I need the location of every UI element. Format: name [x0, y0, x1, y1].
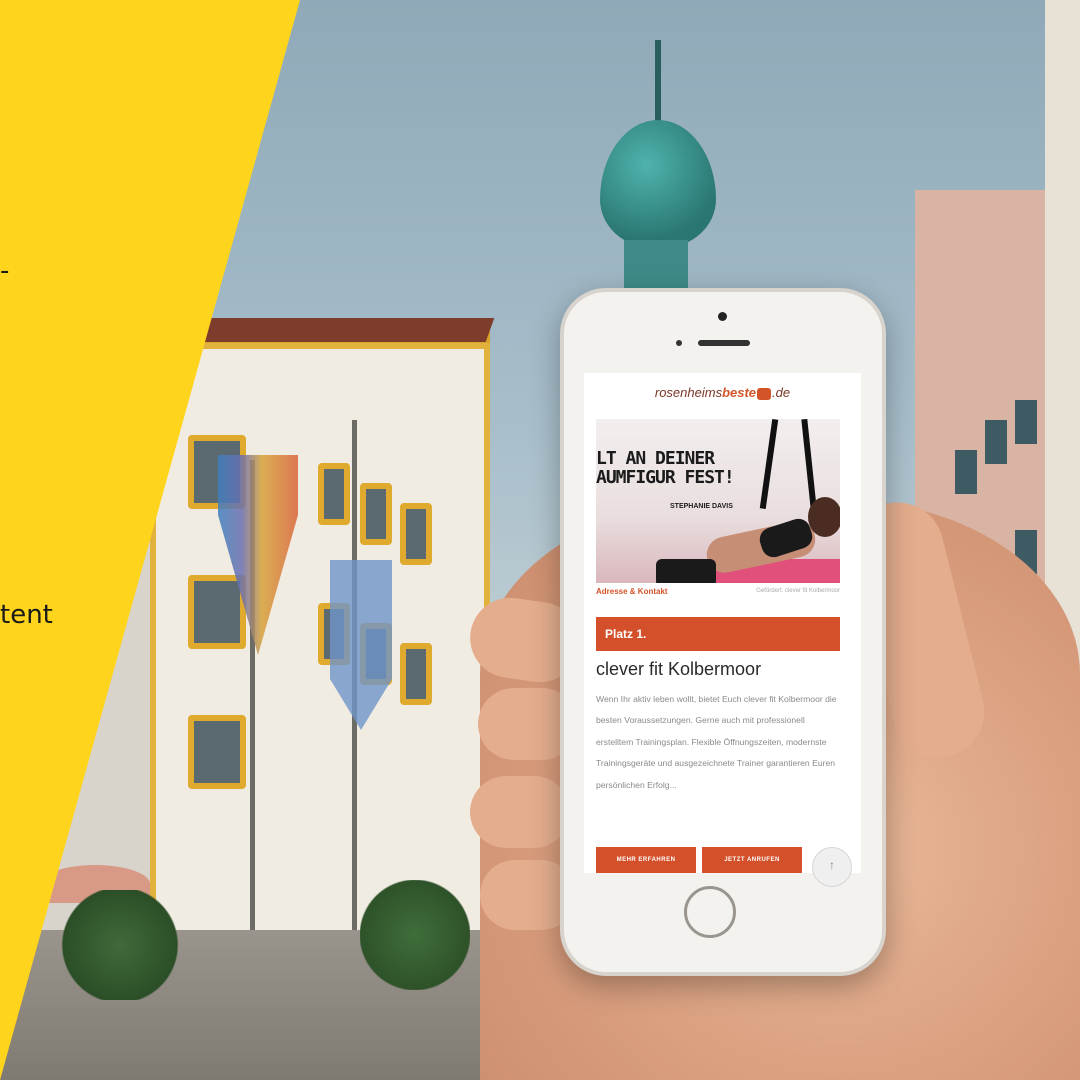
photo-credit: Gefördert: clever fit Kolbermoor [756, 588, 840, 594]
home-button[interactable] [684, 886, 736, 938]
scroll-to-top-icon[interactable]: ↑ [812, 847, 852, 887]
window [400, 643, 432, 705]
more-info-button[interactable]: MEHR ERFAHREN [596, 847, 696, 873]
listing-title: clever fit Kolbermoor [596, 659, 762, 679]
hero-line-2: AUMFIGUR FEST! [596, 467, 735, 488]
window [400, 503, 432, 565]
hero-image: LT AN DEINER AUMFIGUR FEST! STEPHANIE DA… [596, 419, 840, 583]
call-now-button[interactable]: JETZT ANRUFEN [702, 847, 802, 873]
athlete-head [808, 497, 840, 537]
athlete-shorts [656, 559, 716, 583]
image-caption-row: Adresse & Kontakt Gefördert: clever fit … [596, 587, 840, 596]
logo-icon [757, 387, 772, 400]
plants [60, 890, 180, 1000]
trx-strap [759, 419, 779, 509]
window [955, 450, 977, 494]
athlete-figure [636, 419, 840, 583]
front-camera [718, 312, 727, 321]
address-contact-link[interactable]: Adresse & Kontakt [596, 587, 668, 596]
logo-text-accent: beste [722, 385, 757, 400]
sensor [676, 340, 682, 346]
window [188, 715, 246, 789]
plants [360, 880, 470, 990]
window [360, 483, 392, 545]
logo-text: rosenheims [654, 385, 723, 400]
phone-screen: rosenheimsbeste .de LT AN DEINER AUMFIGUR… [584, 373, 861, 873]
window [188, 575, 246, 649]
trx-strap [801, 419, 817, 510]
rank-badge: Platz 1. [596, 617, 840, 651]
banner-dash: - [0, 256, 10, 286]
banner-partial-text: tent [0, 600, 53, 630]
hero-author: STEPHANIE DAVIS [670, 503, 733, 510]
site-logo[interactable]: rosenheimsbeste .de [584, 385, 861, 400]
listing-description: Wenn Ihr aktiv leben wollt, bietet Euch … [596, 694, 837, 790]
logo-domain: .de [772, 385, 791, 400]
earpiece-speaker [698, 340, 750, 346]
window [318, 463, 350, 525]
tower-spire [655, 40, 661, 130]
finger [470, 776, 570, 848]
window [985, 420, 1007, 464]
building-roof [185, 318, 495, 342]
window [1015, 400, 1037, 444]
hero-line-1: LT AN DEINER [596, 448, 715, 469]
hero-headline: LT AN DEINER AUMFIGUR FEST! [596, 448, 735, 488]
